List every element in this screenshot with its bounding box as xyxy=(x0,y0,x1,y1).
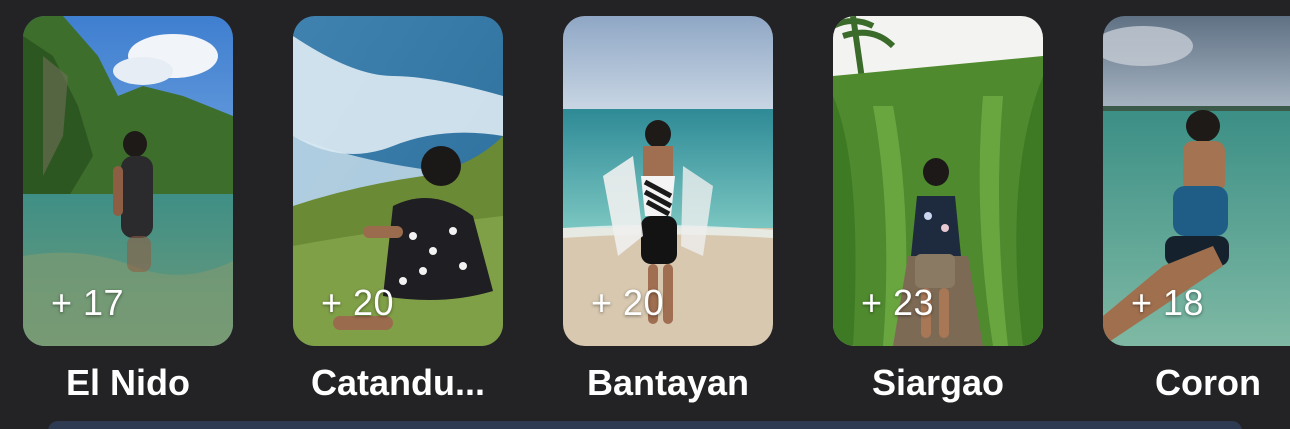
album-card-coron[interactable]: + 18 xyxy=(1103,16,1290,346)
album-photo-count: + 18 xyxy=(1131,282,1205,323)
album-card-bantayan[interactable]: + 20 xyxy=(563,16,773,346)
album-card-siargao[interactable]: + 23 xyxy=(833,16,1043,346)
album-carousel[interactable]: + 17 El Nido + 20 Catandu... + 20 Bantay… xyxy=(0,0,1290,429)
album-title-el-nido[interactable]: El Nido xyxy=(0,362,268,404)
album-photo-count: + 20 xyxy=(591,282,665,323)
album-title-siargao[interactable]: Siargao xyxy=(798,362,1078,404)
bottom-panel-edge xyxy=(48,421,1242,429)
album-photo-count: + 20 xyxy=(321,282,395,323)
album-title-catandu[interactable]: Catandu... xyxy=(258,362,538,404)
album-card-el-nido[interactable]: + 17 xyxy=(23,16,233,346)
album-photo-count: + 17 xyxy=(51,282,125,323)
album-title-coron[interactable]: Coron xyxy=(1068,362,1290,404)
album-card-catandu[interactable]: + 20 xyxy=(293,16,503,346)
album-photo-count: + 23 xyxy=(861,282,935,323)
album-title-bantayan[interactable]: Bantayan xyxy=(528,362,808,404)
